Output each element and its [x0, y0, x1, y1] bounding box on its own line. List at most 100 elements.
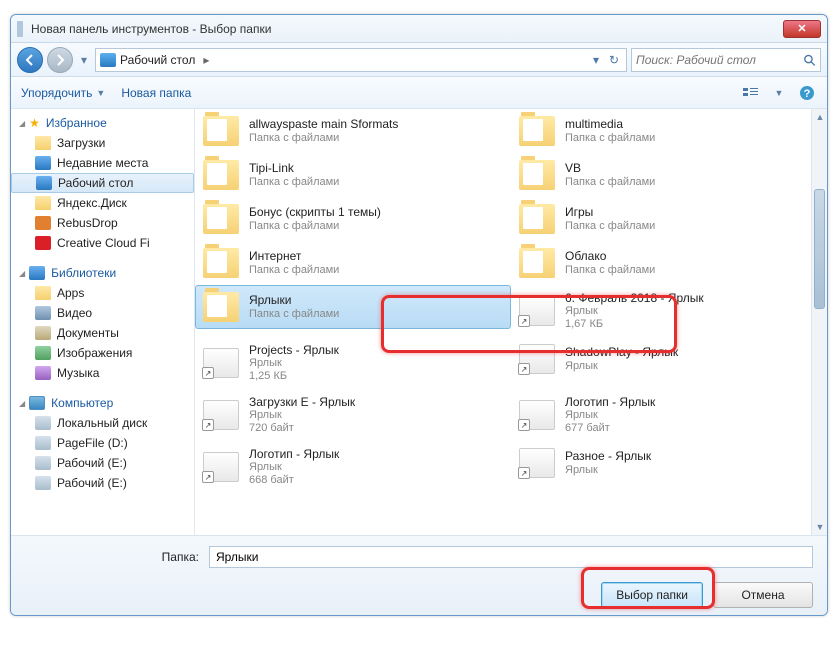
sidebar-item-apps[interactable]: Apps: [11, 283, 194, 303]
file-subtitle: Папка с файлами: [565, 264, 655, 277]
sidebar-item-disk-e1[interactable]: Рабочий (E:): [11, 453, 194, 473]
sidebar-item-recent[interactable]: Недавние места: [11, 153, 194, 173]
search-box[interactable]: [631, 48, 821, 72]
sidebar-item-desktop[interactable]: Рабочий стол: [11, 173, 194, 193]
sidebar-item-rebusdrop[interactable]: RebusDrop: [11, 213, 194, 233]
scroll-down-icon[interactable]: ▼: [812, 519, 827, 535]
sidebar-item-downloads[interactable]: Загрузки: [11, 133, 194, 153]
file-subtitle: Папка с файлами: [565, 176, 655, 189]
file-name: Загрузки Е - Ярлык: [249, 395, 355, 409]
pictures-icon: [35, 346, 51, 360]
favorites-label: Избранное: [46, 116, 107, 130]
search-icon: [803, 53, 816, 67]
refresh-icon[interactable]: ↻: [606, 52, 622, 68]
sidebar-item-video[interactable]: Видео: [11, 303, 194, 323]
list-item[interactable]: ИнтернетПапка с файлами: [195, 241, 511, 285]
chevron-down-icon: ▼: [96, 88, 105, 98]
view-options-icon[interactable]: [741, 83, 761, 103]
scrollbar[interactable]: ▲ ▼: [811, 109, 827, 535]
file-subtitle: Ярлык: [249, 461, 339, 474]
sidebar-item-yandex[interactable]: Яндекс.Диск: [11, 193, 194, 213]
forward-button[interactable]: [47, 47, 73, 73]
sidebar-item-pictures[interactable]: Изображения: [11, 343, 194, 363]
shortcut-icon: ↗: [519, 344, 555, 374]
file-name: Tipi-Link: [249, 161, 339, 175]
new-folder-button[interactable]: Новая папка: [121, 86, 191, 100]
folder-icon: [203, 292, 239, 322]
nav-history-dropdown[interactable]: ▾: [77, 53, 91, 67]
disk-icon: [35, 416, 51, 430]
breadcrumb-arrow-icon[interactable]: ▸: [199, 53, 213, 67]
list-item[interactable]: ↗Загрузки Е - ЯрлыкЯрлык720 байт: [195, 389, 511, 441]
file-name: Игры: [565, 205, 655, 219]
scroll-up-icon[interactable]: ▲: [812, 109, 827, 125]
libraries-label: Библиотеки: [51, 266, 116, 280]
sidebar-computer-header[interactable]: ◢ Компьютер: [11, 393, 194, 413]
address-bar[interactable]: Рабочий стол ▸ ▾ ↻: [95, 48, 627, 72]
star-icon: ★: [29, 116, 40, 130]
sidebar-libraries-header[interactable]: ◢ Библиотеки: [11, 263, 194, 283]
address-location: Рабочий стол: [120, 53, 195, 67]
file-subtitle: Ярлык: [249, 357, 339, 370]
scroll-thumb[interactable]: [814, 189, 825, 309]
close-button[interactable]: ✕: [783, 20, 821, 38]
sidebar: ◢ ★ Избранное Загрузки Недавние места Ра…: [11, 109, 195, 535]
sidebar-item-disk-d[interactable]: PageFile (D:): [11, 433, 194, 453]
title-bar: Новая панель инструментов - Выбор папки …: [11, 15, 827, 43]
sidebar-item-disk-c[interactable]: Локальный диск: [11, 413, 194, 433]
collapse-icon: ◢: [19, 269, 25, 278]
computer-icon: [29, 396, 45, 410]
list-item[interactable]: ↗ ShadowPlay - ЯрлыкЯрлык: [511, 337, 827, 381]
file-name: 6. Февраль 2018 - Ярлык: [565, 291, 704, 305]
search-input[interactable]: [636, 53, 799, 67]
sidebar-favorites-header[interactable]: ◢ ★ Избранное: [11, 113, 194, 133]
nav-bar: ▾ Рабочий стол ▸ ▾ ↻: [11, 43, 827, 77]
help-icon[interactable]: ?: [797, 83, 817, 103]
file-subtitle: Ярлык: [565, 409, 655, 422]
shortcut-arrow-icon: ↗: [202, 367, 214, 379]
collapse-icon: ◢: [19, 119, 25, 128]
cancel-button[interactable]: Отмена: [713, 582, 813, 608]
sidebar-item-music[interactable]: Музыка: [11, 363, 194, 383]
file-subtitle: Ярлык: [565, 360, 678, 373]
file-subtitle: Ярлык: [249, 409, 355, 422]
disk-icon: [35, 456, 51, 470]
disk-icon: [35, 436, 51, 450]
list-item[interactable]: ИгрыПапка с файлами: [511, 197, 827, 241]
folder-input[interactable]: [209, 546, 813, 568]
list-item[interactable]: ↗Разное - ЯрлыкЯрлык: [511, 441, 827, 485]
file-name: VB: [565, 161, 655, 175]
sidebar-item-disk-e2[interactable]: Рабочий (E:): [11, 473, 194, 493]
view-dropdown-icon[interactable]: ▼: [769, 83, 789, 103]
shortcut-arrow-icon: ↗: [518, 363, 530, 375]
folder-field-label: Папка:: [25, 550, 199, 564]
organize-button[interactable]: Упорядочить ▼: [21, 86, 105, 100]
list-item[interactable]: ↗6. Февраль 2018 - ЯрлыкЯрлык1,67 КБ: [511, 285, 827, 337]
file-subtitle: Ярлык: [565, 305, 704, 318]
shortcut-icon: ↗: [519, 448, 555, 478]
list-item[interactable]: ↗Логотип - ЯрлыкЯрлык677 байт: [511, 389, 827, 441]
file-subtitle: Папка с файлами: [249, 264, 339, 277]
shortcut-arrow-icon: ↗: [202, 419, 214, 431]
computer-label: Компьютер: [51, 396, 113, 410]
sidebar-item-creative-cloud[interactable]: Creative Cloud Fi: [11, 233, 194, 253]
list-item[interactable]: multimediaПапка с файлами: [511, 109, 827, 153]
shortcut-icon: ↗: [519, 400, 555, 430]
title-bar-accent: [17, 21, 23, 37]
list-item[interactable]: ЯрлыкиПапка с файлами: [195, 285, 511, 329]
select-folder-button[interactable]: Выбор папки: [601, 582, 703, 608]
list-item[interactable]: Tipi-LinkПапка с файлами: [195, 153, 511, 197]
address-dropdown-icon[interactable]: ▾: [588, 52, 604, 68]
file-name: Интернет: [249, 249, 339, 263]
sidebar-item-documents[interactable]: Документы: [11, 323, 194, 343]
list-item[interactable]: ОблакоПапка с файлами: [511, 241, 827, 285]
list-item[interactable]: Бонус (скрипты 1 темы)Папка с файлами: [195, 197, 511, 241]
disk-icon: [35, 476, 51, 490]
file-name: ShadowPlay - Ярлык: [565, 345, 678, 359]
list-item[interactable]: ↗Projects - ЯрлыкЯрлык1,25 КБ: [195, 337, 511, 389]
list-item[interactable]: allwayspaste main SformatsПапка с файлам…: [195, 109, 511, 153]
back-button[interactable]: [17, 47, 43, 73]
list-item[interactable]: ↗Логотип - ЯрлыкЯрлык668 байт: [195, 441, 511, 493]
folder-icon: [519, 160, 555, 190]
list-item[interactable]: VBПапка с файлами: [511, 153, 827, 197]
